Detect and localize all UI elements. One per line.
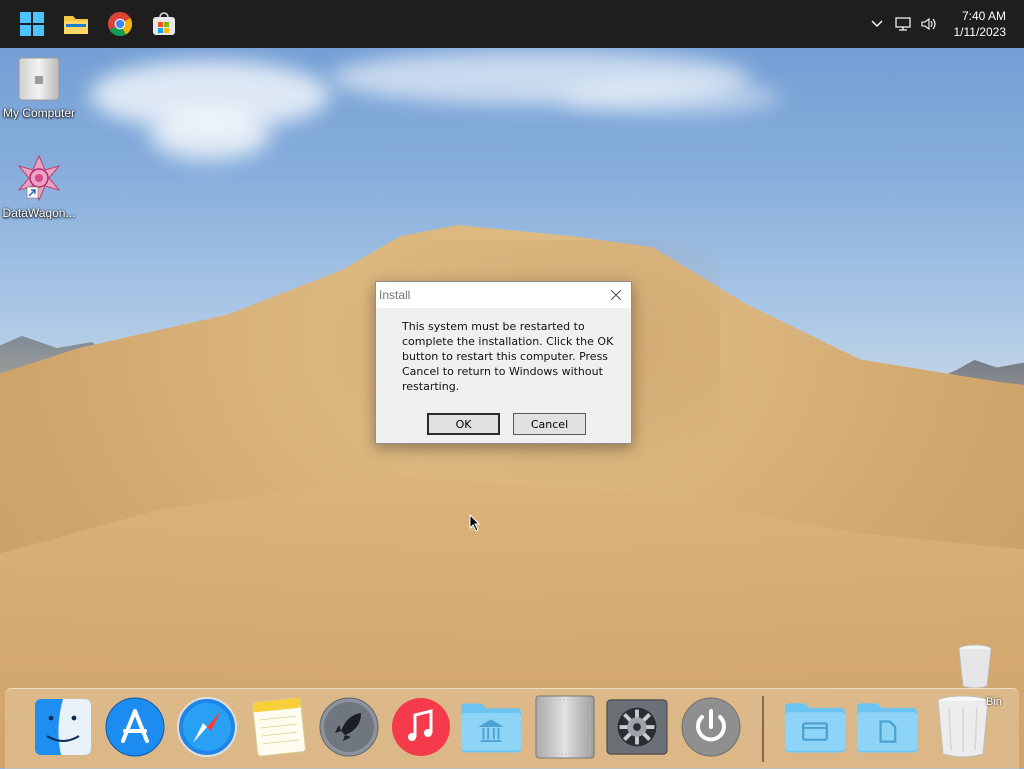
chrome-icon xyxy=(108,12,132,36)
rocket-icon xyxy=(319,697,379,757)
dock-music[interactable] xyxy=(390,693,452,761)
dialog-titlebar[interactable]: Install xyxy=(376,282,631,308)
dock-shutdown[interactable] xyxy=(680,693,742,761)
dock-notes[interactable] xyxy=(248,693,310,761)
dock-trash[interactable] xyxy=(932,693,994,761)
cloud xyxy=(150,110,270,160)
notes-icon xyxy=(252,697,306,757)
safari-icon xyxy=(177,697,237,757)
folder-icon xyxy=(64,16,88,34)
power-icon xyxy=(681,697,741,757)
dock-safari[interactable] xyxy=(176,693,238,761)
chevron-up-icon xyxy=(871,20,882,27)
trash-icon xyxy=(937,695,989,758)
chrome-button[interactable] xyxy=(98,0,142,48)
dialog-close-button[interactable] xyxy=(601,282,631,308)
dock-system-preferences[interactable] xyxy=(606,693,668,761)
dock-separator xyxy=(762,696,764,762)
clock-time: 7:40 AM xyxy=(961,9,1006,23)
applications-folder-icon xyxy=(460,703,522,753)
taskbar: 7:40 AM 1/11/2023 xyxy=(0,0,1024,48)
install-dialog: Install This system must be restarted to… xyxy=(375,281,632,444)
cancel-button[interactable]: Cancel xyxy=(513,413,586,435)
microsoft-store-button[interactable] xyxy=(142,0,186,48)
trash-icon xyxy=(958,644,992,689)
app-store-icon xyxy=(105,697,165,757)
volume-button[interactable] xyxy=(916,0,942,48)
network-icon xyxy=(894,17,911,31)
dock-mac-pro[interactable] xyxy=(534,693,596,761)
file-explorer-button[interactable] xyxy=(54,0,98,48)
folder-icon xyxy=(784,703,846,753)
bin-label: Bin xyxy=(986,696,1002,708)
store-icon xyxy=(153,12,175,35)
dialog-title: Install xyxy=(379,288,411,302)
dock-documents-folder[interactable] xyxy=(856,693,918,761)
music-icon xyxy=(392,698,450,756)
dialog-message: This system must be restarted to complet… xyxy=(402,320,614,393)
ok-button[interactable]: OK xyxy=(427,413,500,435)
cloud xyxy=(560,80,780,115)
dock-applications-folder[interactable] xyxy=(460,693,522,761)
clock-date: 1/11/2023 xyxy=(953,25,1007,39)
dock-desktop-folder[interactable] xyxy=(784,693,846,761)
dock-launchpad[interactable] xyxy=(318,693,380,761)
start-button[interactable] xyxy=(10,0,54,48)
datawagon-shortcut-icon xyxy=(17,154,61,202)
desktop-icon-label: My Computer xyxy=(2,106,76,120)
windows-logo-icon xyxy=(20,12,44,36)
dock-finder[interactable] xyxy=(32,693,94,761)
desktop-icon-datawagon[interactable]: DataWagon... xyxy=(0,154,78,220)
trash-bin-desktop-icon[interactable] xyxy=(957,644,993,694)
desktop-icon-label: DataWagon... xyxy=(2,206,76,220)
dock-app-store[interactable] xyxy=(104,693,166,761)
folder-icon xyxy=(856,703,918,753)
finder-icon xyxy=(35,699,91,755)
gear-icon xyxy=(606,699,668,755)
close-icon xyxy=(611,290,621,300)
mouse-cursor-icon xyxy=(469,514,481,532)
network-button[interactable] xyxy=(890,0,916,48)
computer-icon xyxy=(535,695,595,759)
show-hidden-icons-button[interactable] xyxy=(864,0,890,48)
clock[interactable]: 7:40 AM 1/11/2023 xyxy=(954,8,1007,40)
volume-icon xyxy=(920,17,936,31)
desktop-icon-my-computer[interactable]: My Computer xyxy=(0,56,78,120)
computer-icon xyxy=(18,57,60,101)
